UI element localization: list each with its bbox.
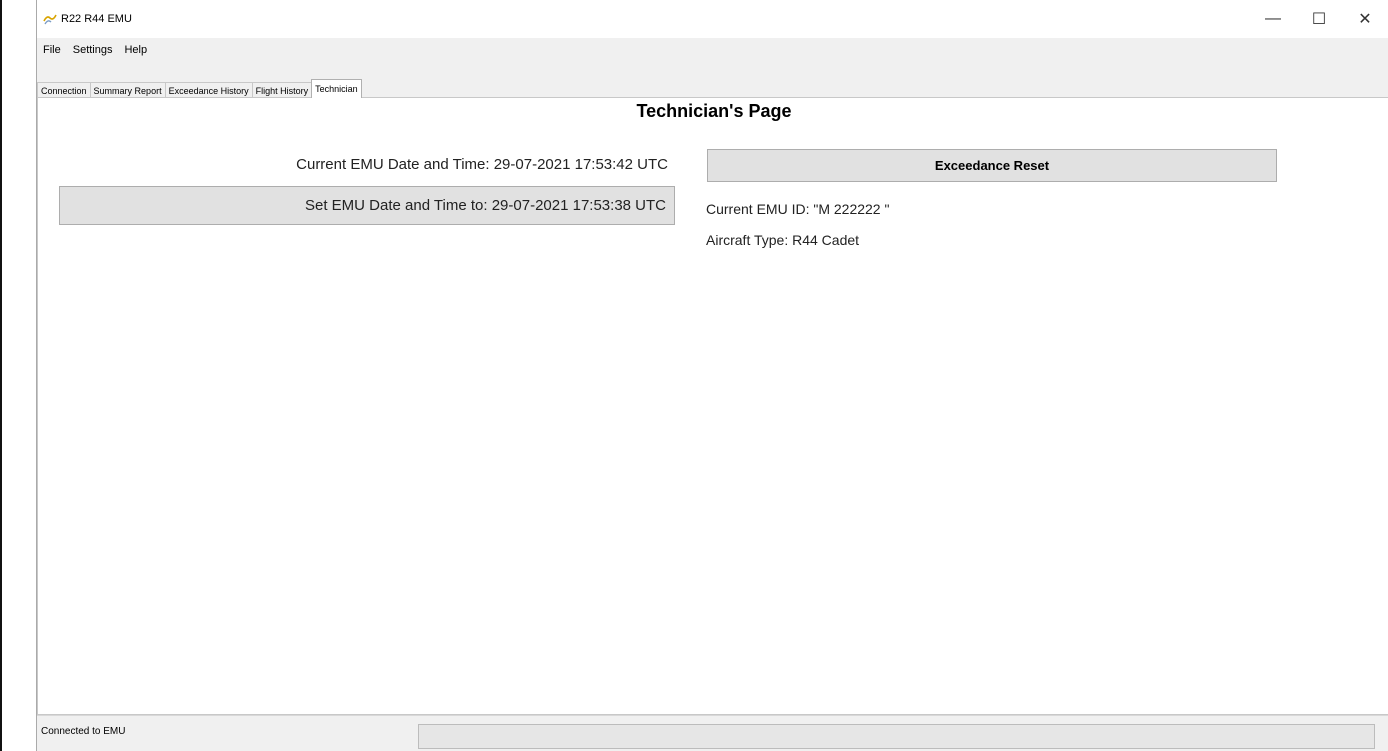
progress-bar xyxy=(418,724,1375,749)
left-edge xyxy=(0,0,36,751)
current-emu-time-label: Current EMU Date and Time: 29-07-2021 17… xyxy=(296,156,668,173)
tab-strip: Connection Summary Report Exceedance His… xyxy=(37,62,1388,98)
window-controls: — ☐ ✕ xyxy=(1250,0,1388,38)
tab-list: Connection Summary Report Exceedance His… xyxy=(37,79,362,98)
tab-connection[interactable]: Connection xyxy=(37,82,91,98)
tab-summary-report[interactable]: Summary Report xyxy=(89,82,166,98)
exceedance-reset-button[interactable]: Exceedance Reset xyxy=(707,149,1277,182)
page-title: Technician's Page xyxy=(636,101,792,121)
helicopter-app-icon xyxy=(42,11,58,27)
tab-exceedance-history[interactable]: Exceedance History xyxy=(164,82,253,98)
tab-technician[interactable]: Technician xyxy=(311,79,362,98)
menu-help[interactable]: Help xyxy=(118,44,153,56)
maximize-button[interactable]: ☐ xyxy=(1296,0,1342,38)
menu-file[interactable]: File xyxy=(37,44,67,56)
app-window: R22 R44 EMU — ☐ ✕ File Settings Help Con… xyxy=(36,0,1388,751)
menu-settings[interactable]: Settings xyxy=(67,44,119,56)
technician-tab-panel: Technician's Page Current EMU Date and T… xyxy=(37,97,1388,715)
set-emu-time-button[interactable]: Set EMU Date and Time to: 29-07-2021 17:… xyxy=(59,186,675,225)
close-button[interactable]: ✕ xyxy=(1342,0,1388,38)
minimize-button[interactable]: — xyxy=(1250,0,1296,38)
tab-flight-history[interactable]: Flight History xyxy=(251,82,313,98)
current-emu-id-label: Current EMU ID: "M 222222 " xyxy=(706,201,890,217)
menu-bar: File Settings Help xyxy=(37,38,1388,62)
connection-status-text: Connected to EMU xyxy=(41,726,126,737)
window-title: R22 R44 EMU xyxy=(61,13,132,25)
status-bar: Connected to EMU xyxy=(37,715,1388,751)
title-bar: R22 R44 EMU — ☐ ✕ xyxy=(37,0,1388,38)
aircraft-type-label: Aircraft Type: R44 Cadet xyxy=(706,232,860,248)
